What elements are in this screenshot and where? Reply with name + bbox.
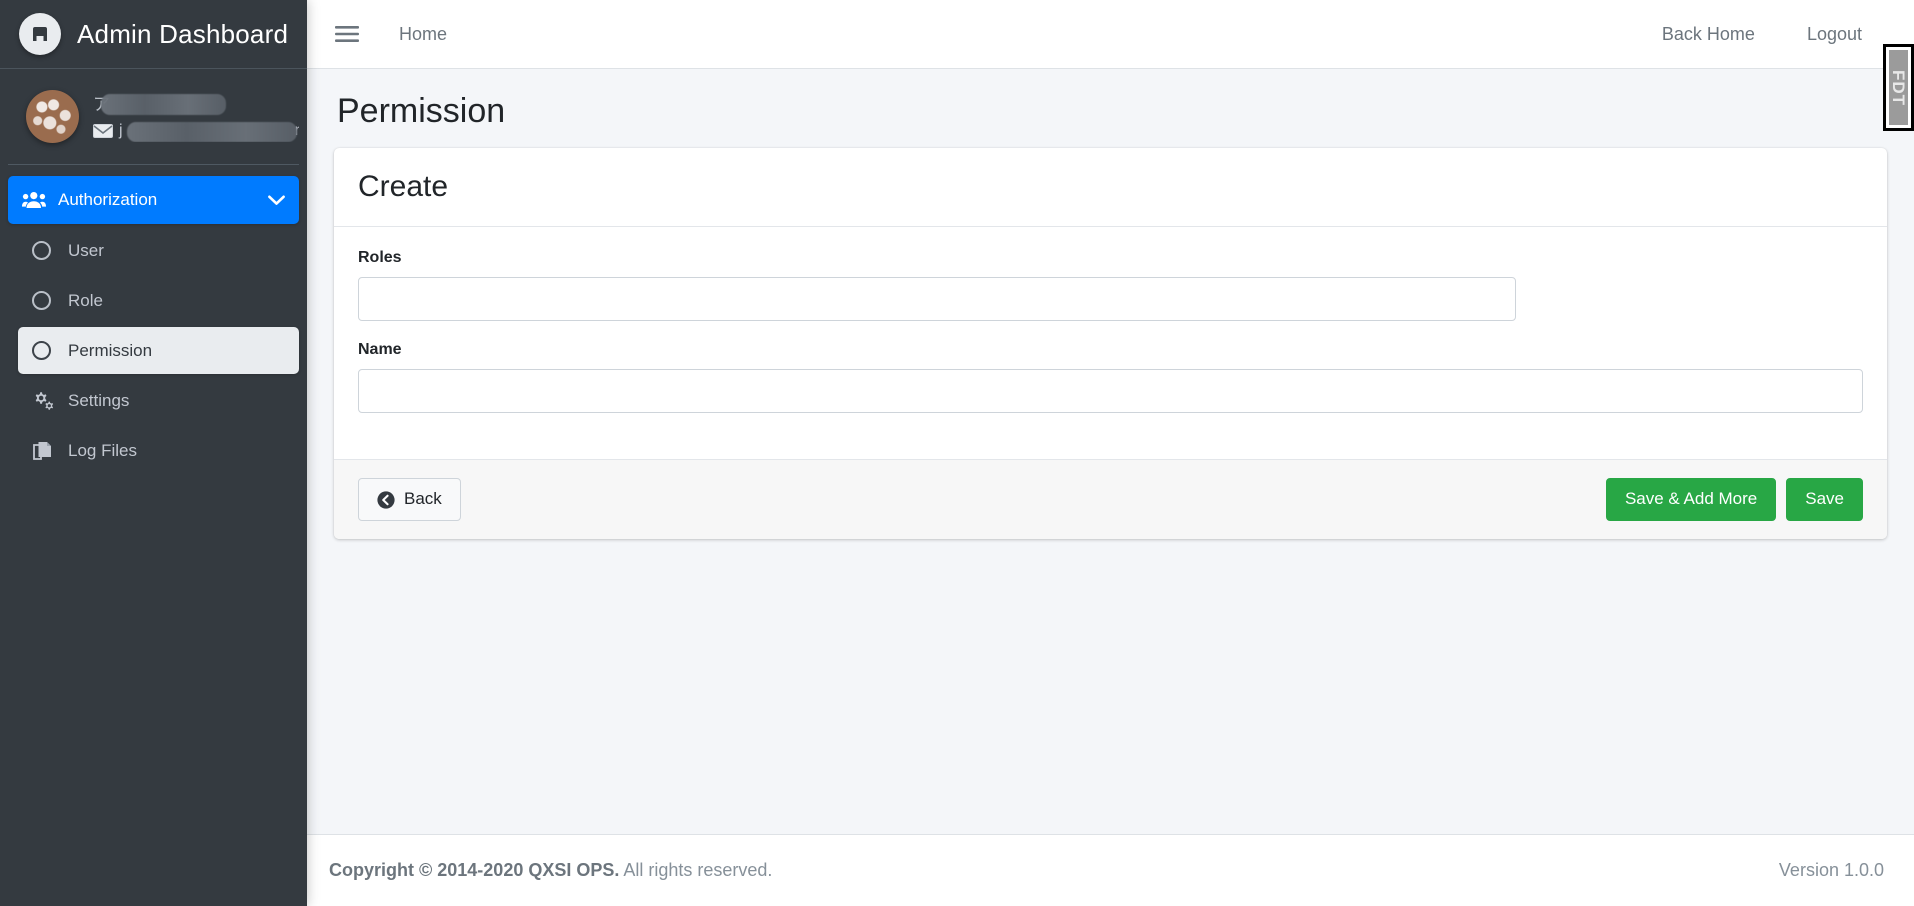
brand-title: Admin Dashboard — [77, 18, 289, 49]
arrow-circle-left-icon — [377, 491, 395, 509]
circle-outline-icon — [32, 341, 62, 360]
sidebar-item-label: Authorization — [58, 190, 158, 209]
fdt-floating-tab[interactable]: FDT — [1883, 44, 1914, 131]
content-body: Create Roles Name Back Save & Add More S… — [307, 148, 1914, 540]
content-header: Permission — [307, 69, 1914, 148]
card-body: Roles Name — [334, 227, 1887, 459]
navbar-right: Back Home Logout — [1662, 24, 1888, 45]
copyright-rest: All rights reserved. — [619, 860, 773, 880]
sidebar-item-label: Permission — [68, 340, 153, 360]
version-label: Version 1.0.0 — [1778, 860, 1884, 880]
card-header: Create — [334, 148, 1887, 228]
chevron-down-icon[interactable] — [268, 195, 285, 206]
back-button[interactable]: Back — [358, 478, 461, 522]
save-and-add-more-button[interactable]: Save & Add More — [1605, 478, 1777, 522]
roles-input[interactable] — [358, 277, 1516, 322]
user-name-row: ア — [93, 92, 299, 115]
card-footer-actions: Save & Add More Save — [1605, 478, 1863, 522]
user-email-prefix: j — [119, 121, 123, 139]
circle-outline-icon — [32, 291, 62, 310]
form-group-name: Name — [358, 341, 1863, 414]
user-email-row: j m — [93, 120, 299, 142]
copyright-text: Copyright © 2014-2020 QXSI OPS. All righ… — [329, 860, 772, 881]
sidebar-item-label: Settings — [68, 390, 130, 410]
sidebar-item-user[interactable]: User — [18, 227, 299, 274]
user-panel[interactable]: ア j m — [8, 69, 299, 165]
user-name-redaction — [101, 93, 226, 115]
envelope-icon — [93, 123, 113, 138]
circle-outline-icon — [32, 241, 62, 260]
fdt-tab-label: FDT — [1889, 69, 1909, 106]
nav-link-home[interactable]: Home — [399, 24, 447, 45]
sidebar-brand[interactable]: Admin Dashboard — [0, 0, 307, 69]
letter-a-circle-icon — [19, 13, 61, 55]
sidebar-item-log-files[interactable]: Log Files — [18, 427, 299, 474]
hamburger-icon[interactable] — [331, 21, 363, 47]
sidebar-item-label: User — [68, 240, 104, 260]
content-wrapper: Home Back Home Logout Permission Create … — [307, 0, 1914, 906]
users-icon — [22, 191, 52, 209]
user-info: ア j m — [93, 92, 299, 142]
sidebar-item-permission[interactable]: Permission — [18, 327, 299, 374]
card-footer: Back Save & Add More Save — [334, 459, 1887, 540]
navbar-left: Home — [331, 21, 447, 47]
card-title: Create — [358, 170, 449, 204]
page-title: Permission — [337, 92, 506, 130]
admin-dashboard-page: Admin Dashboard ア j — [0, 0, 1914, 906]
nav-link-logout[interactable]: Logout — [1807, 24, 1862, 45]
copy-files-icon — [32, 440, 62, 462]
user-email-redaction — [127, 121, 297, 142]
nav-link-back-home[interactable]: Back Home — [1662, 24, 1755, 45]
sidebar-subnav-authorization: User Role Permission Settings Log Files — [8, 227, 299, 474]
sidebar-item-label: Log Files — [68, 440, 137, 460]
sidebar-item-label: Role — [68, 290, 103, 310]
roles-label: Roles — [358, 249, 402, 267]
create-permission-card: Create Roles Name Back Save & Add More S… — [334, 148, 1887, 540]
sidebar-item-settings[interactable]: Settings — [18, 377, 299, 424]
name-input[interactable] — [358, 369, 1863, 414]
top-navbar: Home Back Home Logout — [307, 0, 1914, 69]
avatar — [26, 90, 79, 143]
main-footer: Copyright © 2014-2020 QXSI OPS. All righ… — [307, 834, 1914, 906]
fdt-tab-inner: FDT — [1889, 50, 1909, 125]
name-label: Name — [358, 341, 402, 359]
sidebar-item-authorization[interactable]: Authorization — [8, 176, 299, 224]
sidebar-item-role[interactable]: Role — [18, 277, 299, 324]
save-button[interactable]: Save — [1786, 478, 1863, 522]
sidebar-nav: Authorization User Role Permission Setti… — [0, 165, 307, 906]
form-group-roles: Roles — [358, 249, 1863, 322]
back-button-label: Back — [404, 489, 442, 509]
copyright-bold: Copyright © 2014-2020 QXSI OPS. — [329, 860, 620, 880]
sidebar: Admin Dashboard ア j — [0, 0, 307, 906]
gears-icon — [32, 390, 62, 412]
